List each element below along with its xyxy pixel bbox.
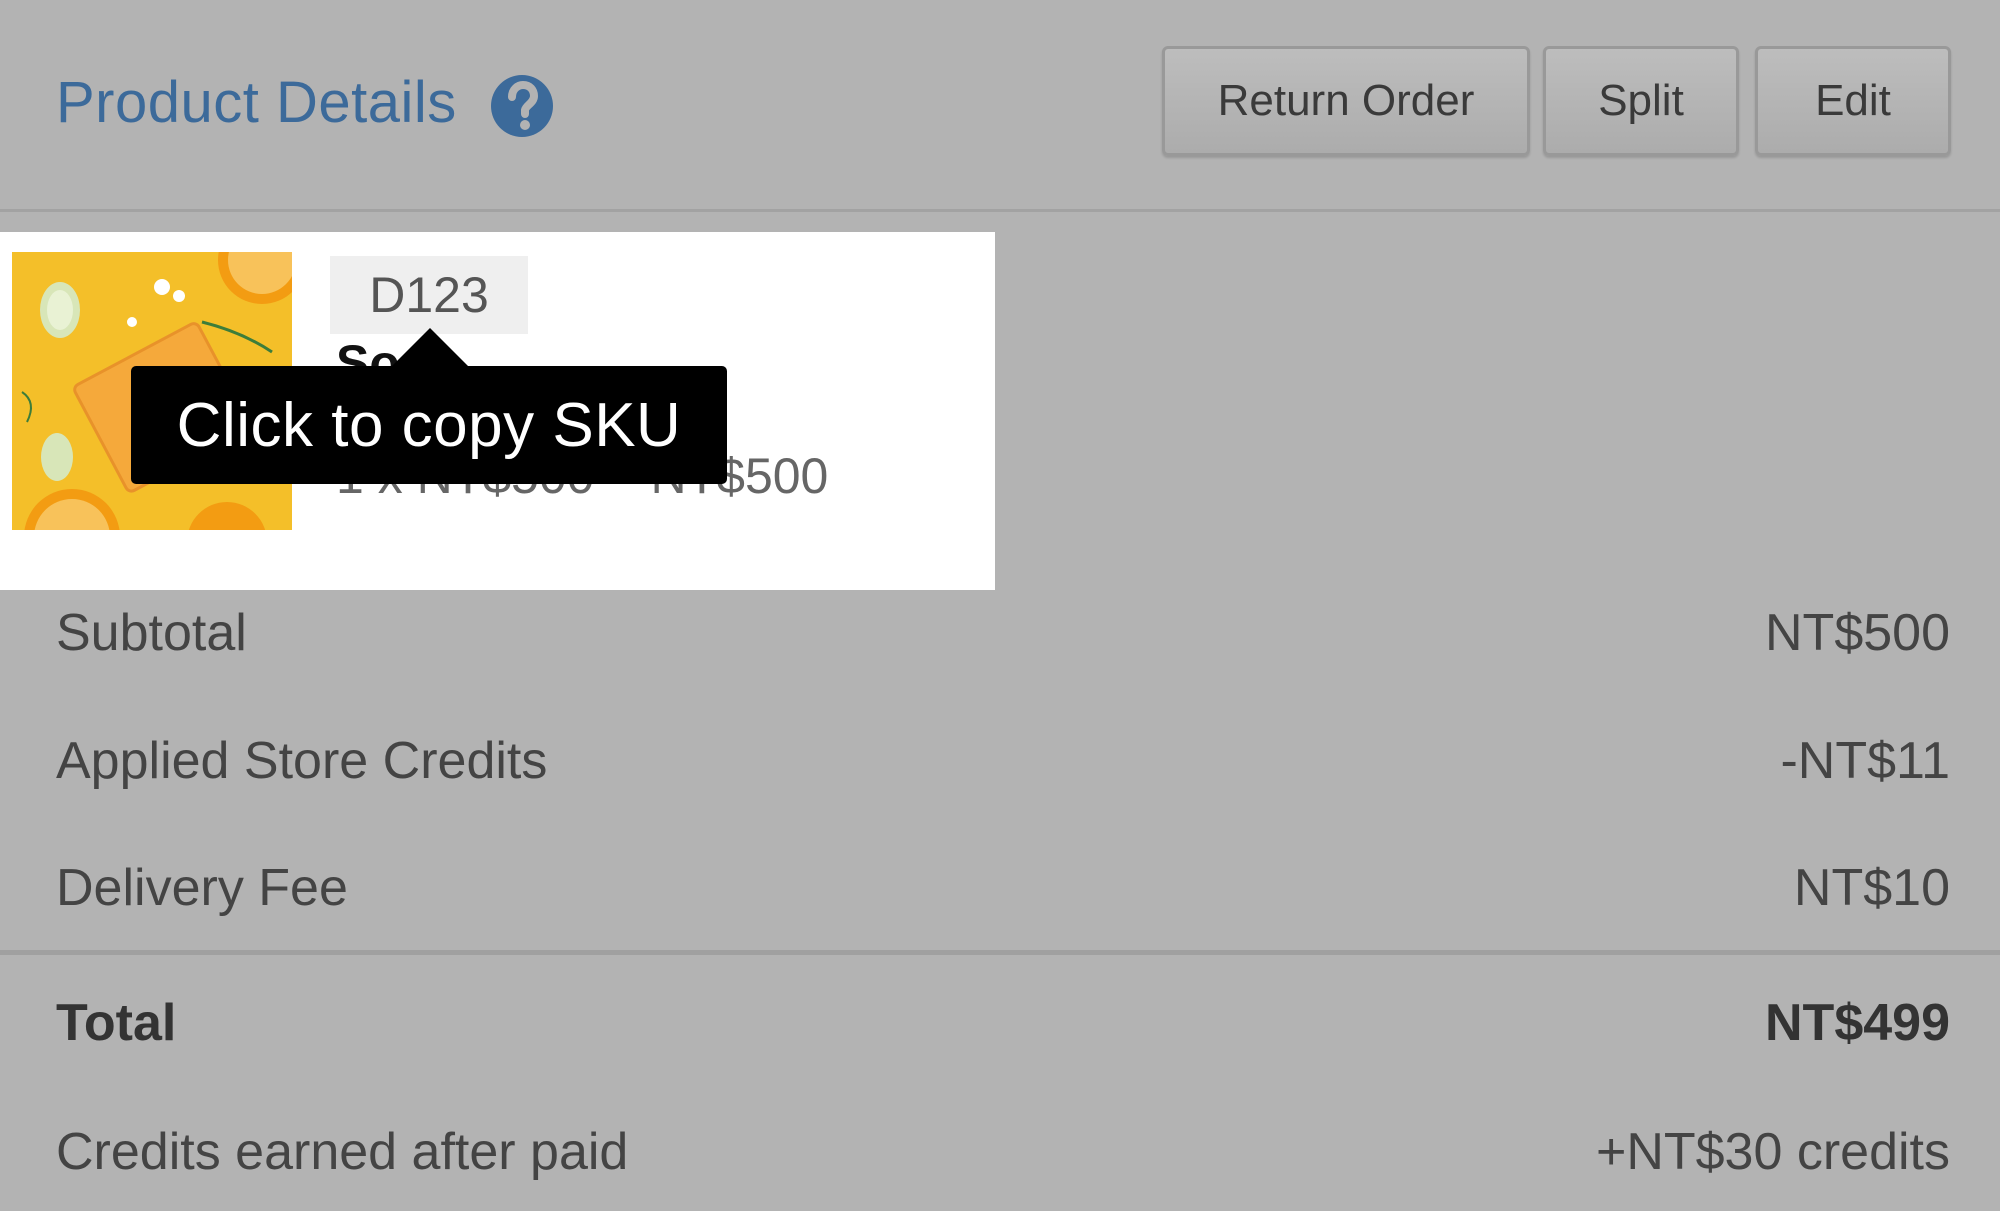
total-divider bbox=[0, 950, 2000, 955]
product-details-header: Product Details Return Order Split Edit bbox=[0, 0, 2000, 212]
credits-earned-row: Credits earned after paid +NT$30 credits bbox=[56, 1107, 1950, 1197]
sku-badge[interactable]: D123 bbox=[330, 256, 528, 334]
total-value: NT$499 bbox=[1765, 994, 1950, 1052]
return-order-button[interactable]: Return Order bbox=[1162, 46, 1530, 156]
delivery-fee-label: Delivery Fee bbox=[56, 859, 348, 917]
subtotal-value: NT$500 bbox=[1765, 604, 1950, 662]
split-button[interactable]: Split bbox=[1543, 46, 1739, 156]
subtotal-label: Subtotal bbox=[56, 604, 247, 662]
store-credits-label: Applied Store Credits bbox=[56, 732, 548, 790]
subtotal-row: Subtotal NT$500 bbox=[56, 588, 1950, 678]
page-title: Product Details bbox=[56, 70, 457, 135]
store-credits-value: -NT$11 bbox=[1780, 732, 1950, 790]
delivery-fee-value: NT$10 bbox=[1793, 859, 1950, 917]
delivery-fee-row: Delivery Fee NT$10 bbox=[56, 843, 1950, 933]
store-credits-row: Applied Store Credits -NT$11 bbox=[56, 716, 1950, 806]
edit-button[interactable]: Edit bbox=[1755, 46, 1951, 156]
credits-earned-label: Credits earned after paid bbox=[56, 1123, 629, 1181]
total-label: Total bbox=[56, 994, 177, 1052]
product-line-item: D123 So 1 x NT$500NT$500 Click to copy S… bbox=[0, 232, 995, 590]
total-row: Total NT$499 bbox=[56, 978, 1950, 1068]
credits-earned-value: +NT$30 credits bbox=[1595, 1123, 1950, 1181]
copy-sku-tooltip: Click to copy SKU bbox=[131, 366, 727, 484]
question-circle-icon[interactable] bbox=[488, 72, 556, 140]
tooltip-arrow bbox=[392, 328, 468, 366]
